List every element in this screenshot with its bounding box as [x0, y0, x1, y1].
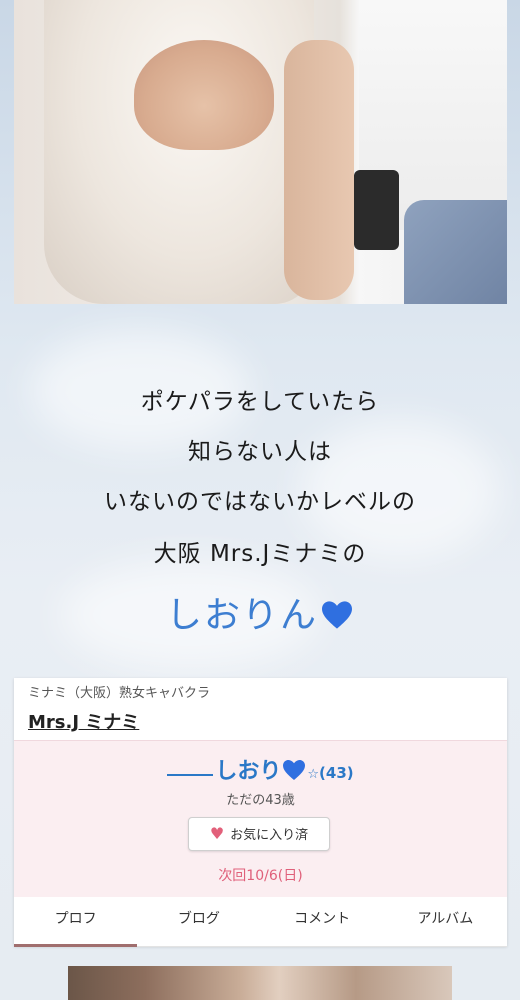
photo-arm [284, 40, 354, 300]
intro-girl-name-text: しおりん [165, 595, 318, 636]
intro-line-2: 知らない人は [188, 439, 332, 465]
girl-age: (43) [319, 764, 354, 782]
girl-name: しおり [215, 759, 282, 784]
heart-icon: ♥ [209, 824, 225, 843]
name-underline-decoration [167, 760, 214, 776]
age-caption: ただの43歳 [226, 793, 295, 808]
next-shift: 次回10/6(日) [218, 868, 303, 884]
profile-main-photo[interactable] [68, 966, 452, 1000]
tab-profile[interactable]: プロフ [14, 896, 138, 947]
shop-subtitle: ミナミ（大阪）熟女キャバクラ [28, 686, 211, 701]
photo-skin [134, 40, 274, 150]
intro-line-3: いないのではないかレベルの [104, 489, 416, 515]
intro-line-4: 大阪 Mrs.Jミナミの [153, 541, 367, 567]
tab-blog[interactable]: ブログ [137, 896, 260, 946]
tab-album[interactable]: アルバム [384, 896, 507, 946]
photo-jeans [404, 200, 507, 304]
profile-photo[interactable] [14, 0, 507, 304]
photo-dark-object [354, 170, 399, 250]
intro-line-1: ポケパラをしていたら [140, 389, 380, 415]
blue-heart-icon [322, 601, 352, 629]
tab-comment[interactable]: コメント [261, 896, 384, 946]
favorite-label: お気に入り済 [230, 828, 309, 843]
star-icon: ☆ [307, 767, 320, 782]
girl-info-panel: しおり ☆(43) ただの43歳 ♥ お気に入り済 次回10/6(日) [14, 740, 507, 897]
intro-girl-name: しおりん [0, 586, 520, 638]
girl-name-row: しおり ☆(43) [14, 753, 507, 785]
profile-tabs: プロフ ブログ コメント アルバム [14, 896, 507, 947]
shop-name-link[interactable]: Mrs.J ミナミ [28, 708, 139, 734]
favorite-button[interactable]: ♥ お気に入り済 [188, 817, 330, 851]
profile-card: ミナミ（大阪）熟女キャバクラ Mrs.J ミナミ しおり ☆(43) ただの43歳… [14, 678, 507, 947]
blue-heart-icon [283, 760, 306, 780]
